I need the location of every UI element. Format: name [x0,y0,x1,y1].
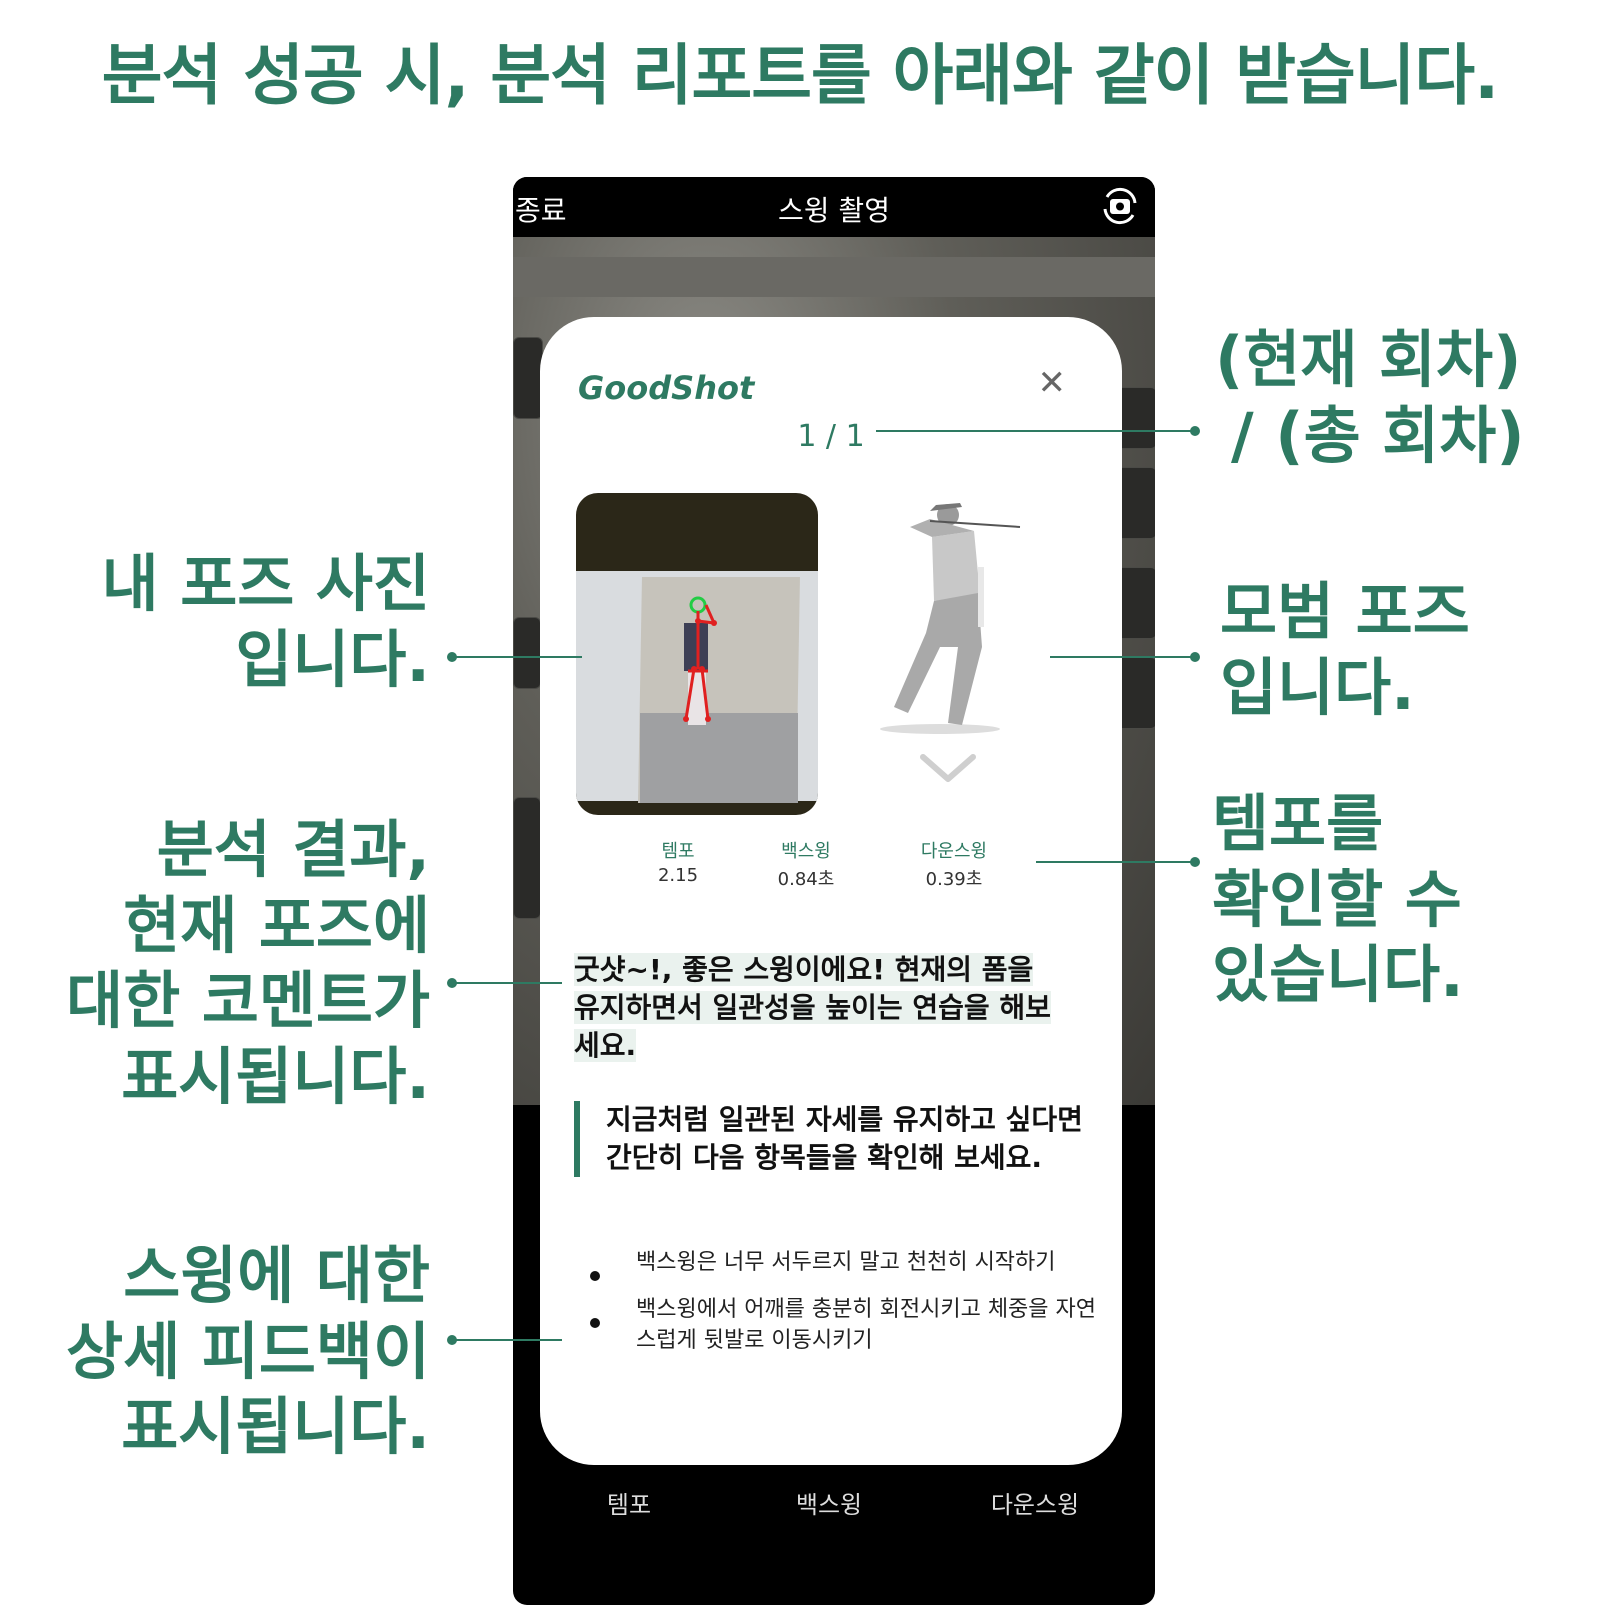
annotation-line: (현재 회차) [1215,323,1522,396]
stat-backswing: 백스윙 0.84초 [746,837,866,891]
attempt-counter: 1 / 1 [797,419,865,454]
feedback-item: 백스윙은 너무 서두르지 말고 천천히 시작하기 [584,1247,1104,1281]
pose-skeleton-overlay [683,596,717,725]
stat-backswing-value: 0.84초 [777,869,835,890]
tab-backswing[interactable]: 백스윙 [749,1485,909,1520]
annotation-line-connector [1050,656,1194,658]
model-pose-illustration [880,503,1021,734]
screen-title: 스윙 촬영 [778,194,890,227]
annotation-line: 내 포즈 사진 [101,547,430,620]
annotation-line: 입니다. [1220,650,1415,724]
tab-downswing[interactable]: 다운스윙 [955,1485,1115,1520]
annotation-line: 상세 피드백이 [66,1314,430,1388]
stat-downswing-label: 다운스윙 [920,841,988,862]
annotation-line-connector [452,1339,562,1341]
analysis-report-card: GoodShot ✕ 1 / 1 템포 2.15 백스윙 0.84초 다운스윙 … [540,317,1122,1465]
annotation-dot [1190,857,1200,867]
annotation-line: 스윙에 대한 [123,1239,430,1312]
analysis-comment-text: 굿샷~!, 좋은 스윙이에요! 현재의 폼을 유지하면서 일관성을 높이는 연습… [574,953,1051,1062]
annotation-line: 모범 포즈 [1220,575,1470,648]
annotation-feedback: 스윙에 대한 상세 피드백이 표시됩니다. [66,1238,430,1465]
stat-tempo: 템포 2.15 [618,837,738,886]
feedback-item: 백스윙에서 어깨를 충분히 회전시키고 체중을 자연스럽게 뒷발로 이동시키기 [584,1294,1104,1356]
brand-logo: GoodShot [578,369,755,407]
annotation-line: 표시됩니다. [121,1039,430,1113]
annotation-counter: (현재 회차) / (총 회차) [1215,322,1525,473]
annotation-line: 입니다. [235,622,430,696]
annotation-comment: 분석 결과, 현재 포즈에 대한 코멘트가 표시됩니다. [66,812,430,1115]
annotation-line: 분석 결과, [156,813,430,886]
annotation-dot [1190,652,1200,662]
chevron-down-icon[interactable] [917,747,979,787]
my-pose-photo [576,493,818,815]
stat-tempo-label: 템포 [661,841,695,862]
annotation-model-pose: 모범 포즈 입니다. [1220,574,1470,725]
close-icon[interactable]: ✕ [1038,363,1067,403]
stat-downswing: 다운스윙 0.39초 [894,837,1014,891]
annotation-line-connector [452,656,582,658]
top-bar: 종료 스윙 촬영 [513,177,1155,237]
annotation-line: 확인할 수 [1212,862,1462,936]
stat-backswing-label: 백스윙 [781,841,831,862]
page-headline: 분석 성공 시, 분석 리포트를 아래와 같이 받습니다. [101,37,1499,114]
phone-screen: 종료 스윙 촬영 GoodShot ✕ 1 / 1 템포 2.15 백스윙 0.… [513,177,1155,1605]
feedback-list: 백스윙은 너무 서두르지 말고 천천히 시작하기 백스윙에서 어깨를 충분히 회… [584,1247,1104,1372]
annotation-dot [1190,426,1200,436]
annotation-line-connector [1036,861,1194,863]
annotation-line: / (총 회차) [1231,398,1525,472]
annotation-my-pose: 내 포즈 사진 입니다. [102,546,430,697]
stat-tempo-value: 2.15 [657,865,699,886]
tab-tempo[interactable]: 템포 [549,1485,709,1520]
stat-downswing-value: 0.39초 [925,869,983,890]
annotation-line-connector [876,430,1192,432]
annotation-tempo: 템포를 확인할 수 있습니다. [1212,786,1464,1013]
annotation-line: 있습니다. [1212,938,1464,1012]
annotation-line: 현재 포즈에 [123,888,430,962]
annotation-line-connector [452,982,562,984]
camera-rotate-icon[interactable] [1097,183,1143,229]
annotation-line: 대한 코멘트가 [66,964,430,1038]
annotation-line: 표시됩니다. [121,1390,430,1464]
annotation-line: 템포를 [1212,787,1384,860]
feedback-intro: 지금처럼 일관된 자세를 유지하고 싶다면 간단히 다음 항목들을 확인해 보세… [574,1101,1106,1177]
analysis-comment: 굿샷~!, 좋은 스윙이에요! 현재의 폼을 유지하면서 일관성을 높이는 연습… [574,951,1064,1065]
